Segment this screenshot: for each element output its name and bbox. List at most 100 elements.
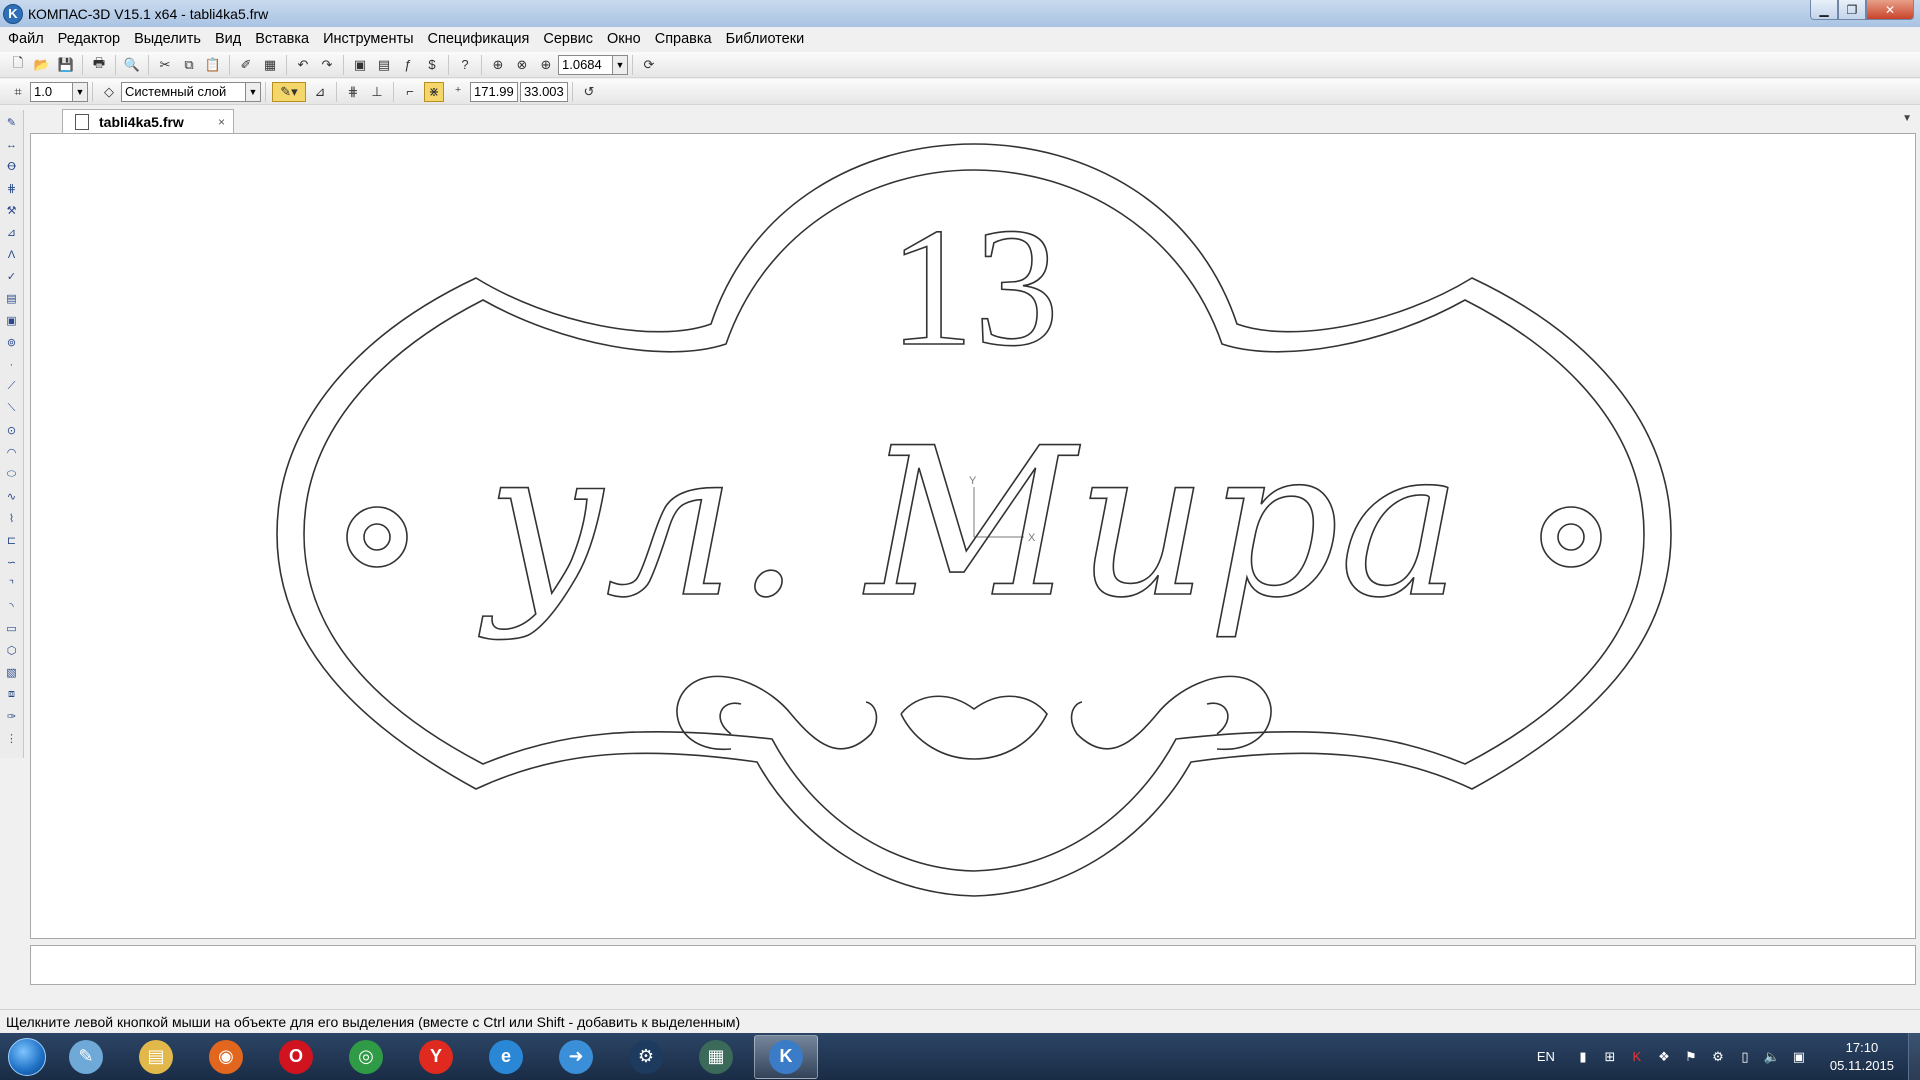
flag-icon[interactable]: ⚑ [1683, 1049, 1699, 1065]
parametric-icon[interactable]: ⊿ [310, 82, 330, 102]
street-name[interactable]: ул. Мира [478, 404, 1463, 644]
menu-specification[interactable]: Спецификация [428, 31, 530, 47]
local-cs-icon[interactable]: ⊥ [367, 82, 387, 102]
cut-icon[interactable]: ✂ [155, 55, 175, 75]
insert-icon[interactable]: ⊚ [3, 334, 21, 351]
equidistant-icon[interactable]: ⧈ [3, 686, 21, 703]
antivirus-icon[interactable]: K [1629, 1049, 1645, 1065]
taskbar-app-game-window[interactable]: ▦ [684, 1035, 748, 1079]
new-file-icon[interactable]: 🗋 [8, 55, 28, 75]
dropbox-icon[interactable]: ❖ [1656, 1049, 1672, 1065]
menu-tools[interactable]: Инструменты [323, 31, 413, 47]
show-desktop-button[interactable] [1908, 1033, 1920, 1080]
property-panel[interactable] [30, 945, 1916, 985]
tabs-menu-icon[interactable]: ▼ [1902, 113, 1912, 124]
circle-icon[interactable]: ⊙ [3, 422, 21, 439]
style-icon[interactable]: ✎▾ [272, 81, 306, 102]
street-sign-drawing[interactable]: X Y 13 ул. Мира [31, 134, 1917, 940]
zoom-level-select[interactable]: 1.0684 ▼ [558, 54, 628, 75]
taskbar-app-firefox[interactable]: ◉ [194, 1035, 258, 1079]
taskbar-app-explorer[interactable]: ▤ [124, 1035, 188, 1079]
taskbar-app-kompas[interactable]: K [754, 1034, 818, 1079]
tab-tabli4ka5[interactable]: tabli4ka5.frw × [62, 109, 234, 133]
clock[interactable]: 17:10 05.11.2015 [1830, 1039, 1894, 1075]
hatch-icon[interactable]: ▧ [3, 664, 21, 681]
language-indicator[interactable]: EN [1537, 1049, 1555, 1064]
snap-icon[interactable]: ⋇ [424, 81, 444, 102]
layer-select[interactable]: Системный слой ▼ [121, 81, 261, 102]
tree-icon[interactable]: ▦ [260, 55, 280, 75]
taskbar-app-notepad[interactable]: ✎ [54, 1035, 118, 1079]
menu-editor[interactable]: Редактор [58, 31, 120, 47]
chevron-down-icon[interactable]: ▼ [72, 82, 87, 101]
geometry-icon[interactable]: ✎ [3, 114, 21, 131]
library-icon[interactable]: ▤ [374, 55, 394, 75]
step-select[interactable]: 1.0 ▼ [30, 81, 88, 102]
open-file-icon[interactable]: 📂 [32, 55, 52, 75]
taskbar-app-yandex[interactable]: Y [404, 1035, 468, 1079]
volume-icon[interactable]: 🔈 [1764, 1049, 1780, 1065]
coord-x-field[interactable]: 171.99 [470, 81, 518, 102]
fillet-icon[interactable]: ◝ [3, 598, 21, 615]
layer-icon[interactable]: ◇ [99, 82, 119, 102]
arc-icon[interactable]: ◠ [3, 444, 21, 461]
menu-window[interactable]: Окно [607, 31, 641, 47]
copy-icon[interactable]: ⧉ [179, 55, 199, 75]
signal-icon[interactable]: ▮ [1575, 1049, 1591, 1065]
minimize-button[interactable]: ▁ [1810, 0, 1838, 20]
save-icon[interactable]: 💾 [56, 55, 76, 75]
menu-select[interactable]: Выделить [134, 31, 201, 47]
spec-icon[interactable]: ▤ [3, 290, 21, 307]
grid-icon[interactable]: ⋕ [343, 82, 363, 102]
taskbar-app-internet-explorer[interactable]: e [474, 1035, 538, 1079]
point-icon[interactable]: · [3, 356, 21, 373]
ortho-icon[interactable]: ⌐ [400, 82, 420, 102]
windows-icon[interactable]: ⊞ [1602, 1049, 1618, 1065]
more-tools-icon[interactable]: ⋮ [3, 730, 21, 747]
contour-icon[interactable]: ⊏ [3, 532, 21, 549]
dimensions-icon[interactable]: ↔ [3, 136, 21, 153]
drawing-canvas[interactable]: X Y 13 ул. Мира [30, 133, 1916, 939]
start-button[interactable] [0, 1034, 54, 1080]
spline-icon[interactable]: ∿ [3, 488, 21, 505]
chevron-down-icon[interactable]: ▼ [245, 82, 260, 101]
print-preview-icon[interactable]: 🔍 [122, 55, 142, 75]
menu-insert[interactable]: Вставка [255, 31, 309, 47]
segment-icon[interactable]: ⟍ [3, 400, 21, 417]
aux-line-icon[interactable]: ⟋ [3, 378, 21, 395]
chamfer-icon[interactable]: ⌝ [3, 576, 21, 593]
refresh-icon[interactable]: ⟳ [639, 55, 659, 75]
undo-icon[interactable]: ↶ [293, 55, 313, 75]
report-icon[interactable]: ▣ [3, 312, 21, 329]
redo-icon[interactable]: ↷ [317, 55, 337, 75]
context-help-icon[interactable]: ? [455, 55, 475, 75]
associative-icon[interactable]: ✓ [3, 268, 21, 285]
collect-contour-icon[interactable]: ✑ [3, 708, 21, 725]
select-icon[interactable]: Λ [3, 246, 21, 263]
kompas-app-icon[interactable]: K [3, 3, 23, 24]
menu-libraries[interactable]: Библиотеки [726, 31, 805, 47]
menu-help[interactable]: Справка [655, 31, 712, 47]
zoom-in-icon[interactable]: ⊕ [536, 55, 556, 75]
zoom-window-icon[interactable]: ⊕ [488, 55, 508, 75]
steam-tray-icon[interactable]: ⚙ [1710, 1049, 1726, 1065]
measure-icon[interactable]: ⊿ [3, 224, 21, 241]
properties-icon[interactable]: ✐ [236, 55, 256, 75]
menu-file[interactable]: Файл [8, 31, 44, 47]
paste-icon[interactable]: 📋 [203, 55, 223, 75]
manager-icon[interactable]: ▣ [350, 55, 370, 75]
calculator-icon[interactable]: $ [422, 55, 442, 75]
battery-icon[interactable]: ▯ [1737, 1049, 1753, 1065]
rectangle-icon[interactable]: ▭ [3, 620, 21, 637]
parametrization-icon[interactable]: ⚒ [3, 202, 21, 219]
rebuild-icon[interactable]: ↺ [579, 82, 599, 102]
polyline-icon[interactable]: ⌇ [3, 510, 21, 527]
house-number[interactable]: 13 [888, 192, 1060, 382]
menu-view[interactable]: Вид [215, 31, 241, 47]
network-icon[interactable]: ▣ [1791, 1049, 1807, 1065]
print-icon[interactable]: 🖶 [89, 55, 109, 75]
coord-y-field[interactable]: 33.003 [520, 81, 568, 102]
zoom-all-icon[interactable]: ⊗ [512, 55, 532, 75]
tab-close-icon[interactable]: × [218, 115, 225, 129]
ellipse-icon[interactable]: ⬭ [3, 466, 21, 483]
